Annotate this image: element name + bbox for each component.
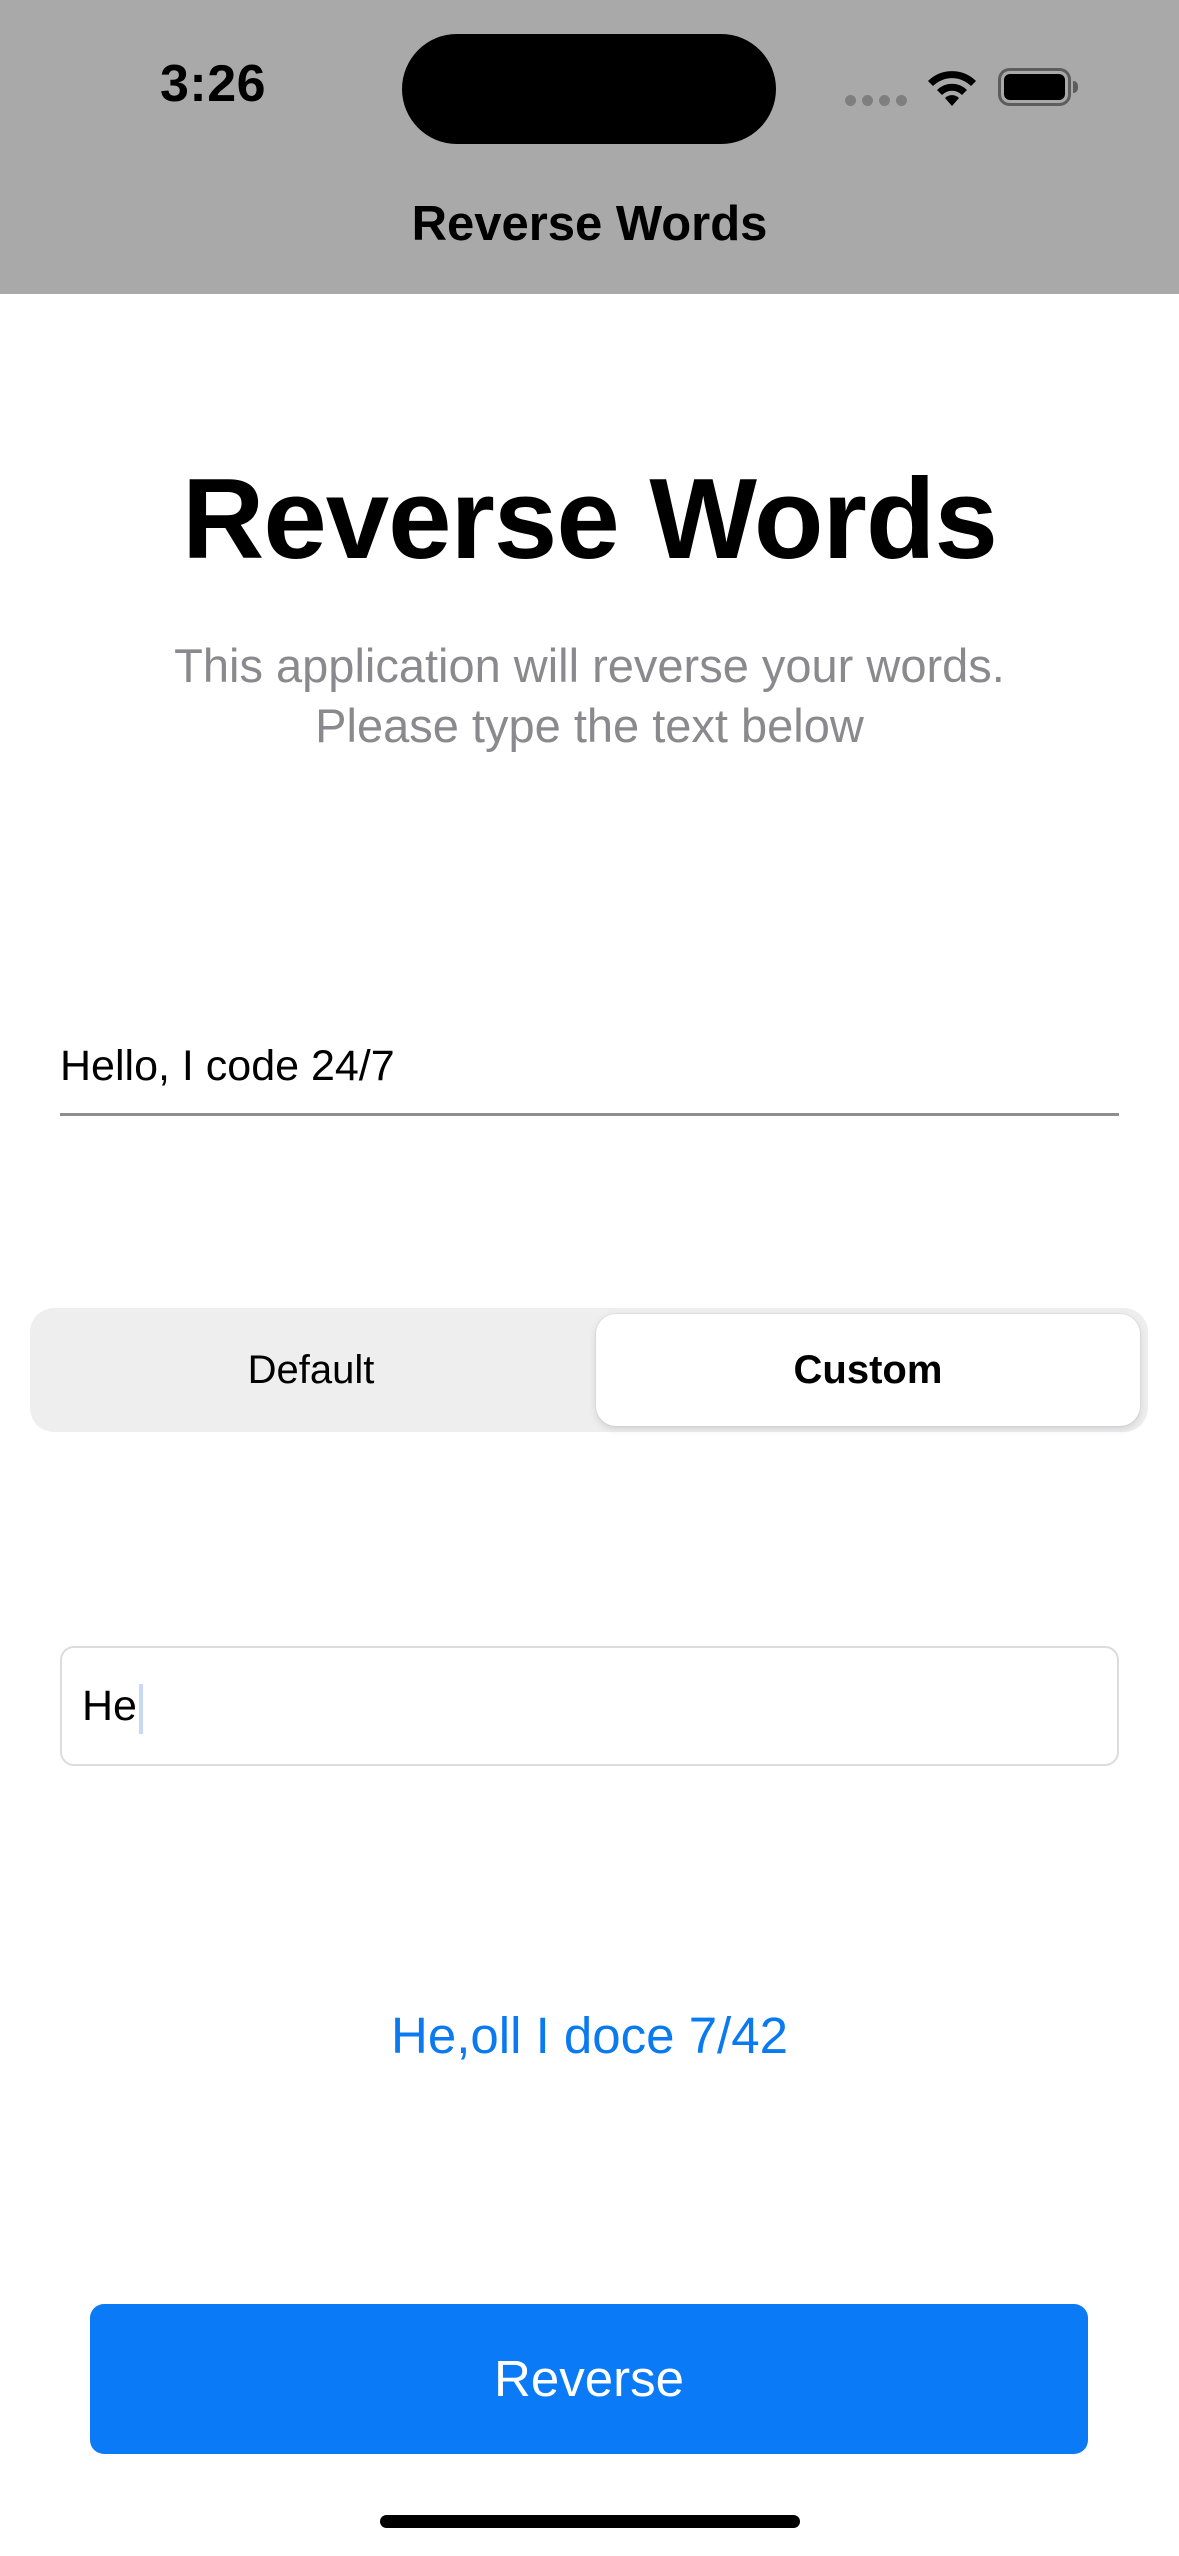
cellular-signal-icon <box>845 95 907 106</box>
status-time: 3:26 <box>160 55 267 113</box>
top-header-bar: 3:26 Reverse Words <box>0 0 1179 294</box>
navigation-title: Reverse Words <box>411 197 768 251</box>
status-icons <box>845 62 1085 112</box>
text-caret <box>138 1683 143 1734</box>
app-screen: 3:26 Reverse Words Reverse Words This ap… <box>0 0 1179 2556</box>
battery-icon <box>998 68 1078 106</box>
segment-default[interactable]: Default <box>36 1314 586 1426</box>
wifi-icon <box>928 71 976 106</box>
mode-segmented-control: Default Custom <box>30 1308 1148 1432</box>
custom-separator-input[interactable]: He <box>60 1646 1119 1766</box>
result-label: He,oll I doce 7/42 <box>391 2007 788 2064</box>
dynamic-island <box>402 34 776 144</box>
page-subtitle: This application will reverse your words… <box>90 636 1089 756</box>
reverse-button[interactable]: Reverse <box>90 2304 1088 2454</box>
page-title: Reverse Words <box>182 456 998 583</box>
subtitle-line-1: This application will reverse your words… <box>174 639 1005 692</box>
custom-input-value: He <box>82 1682 137 1730</box>
home-indicator[interactable] <box>380 2515 800 2528</box>
text-input[interactable] <box>60 1020 1119 1116</box>
segment-custom[interactable]: Custom <box>596 1314 1140 1426</box>
subtitle-line-2: Please type the text below <box>315 699 864 752</box>
